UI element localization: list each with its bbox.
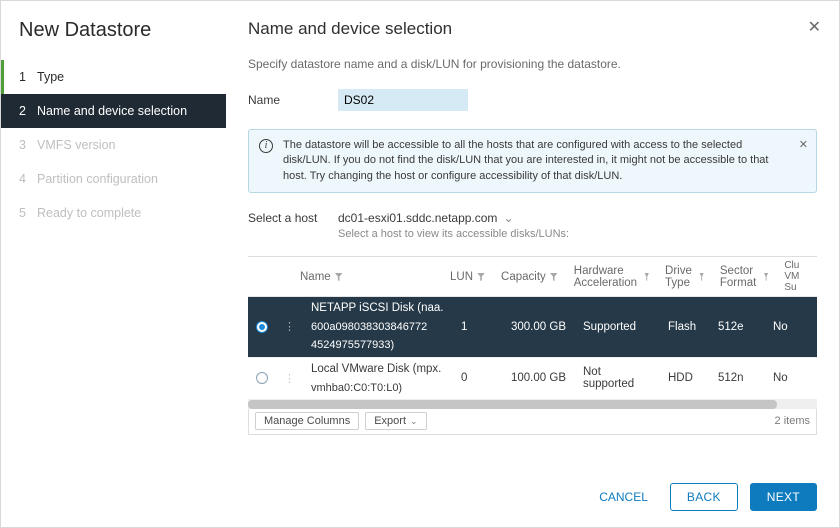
- filter-icon[interactable]: [335, 273, 343, 281]
- step-partition-config[interactable]: 4 Partition configuration: [1, 162, 226, 196]
- cancel-button[interactable]: CANCEL: [589, 484, 658, 510]
- close-icon[interactable]: ✕: [808, 17, 821, 37]
- col-hw-accel[interactable]: Hardware Acceleration: [566, 261, 657, 293]
- col-cluster[interactable]: Clu VM Su: [776, 256, 807, 297]
- host-row: Select a host dc01-esxi01.sddc.netapp.co…: [248, 211, 817, 240]
- disk-lun: 0: [453, 368, 503, 388]
- row-radio[interactable]: [256, 372, 268, 384]
- disk-drive-type: Flash: [660, 317, 710, 337]
- alert-close-icon[interactable]: ✕: [799, 138, 808, 153]
- disk-name: Local VMware Disk (mpx. vmhba0:C0:T0:L0): [303, 358, 453, 399]
- drag-handle-icon[interactable]: ⋮: [284, 320, 295, 333]
- step-vmfs-version[interactable]: 3 VMFS version: [1, 128, 226, 162]
- chevron-down-icon: ⌄: [410, 416, 418, 427]
- disk-hw-accel: Not supported: [575, 362, 660, 394]
- export-button[interactable]: Export⌄: [365, 412, 426, 430]
- table-row[interactable]: ⋮ NETAPP iSCSI Disk (naa. 600a0980383038…: [248, 297, 817, 358]
- next-button[interactable]: NEXT: [750, 483, 817, 511]
- page-subtitle: Specify datastore name and a disk/LUN fo…: [248, 57, 817, 71]
- row-radio[interactable]: [256, 321, 268, 333]
- disk-name: NETAPP iSCSI Disk (naa. 600a098038303846…: [303, 297, 453, 357]
- filter-icon[interactable]: [764, 273, 768, 281]
- drag-handle-icon[interactable]: ⋮: [284, 372, 295, 385]
- wizard-sidebar: New Datastore 1 Type 2 Name and device s…: [1, 1, 226, 527]
- wizard-steps: 1 Type 2 Name and device selection 3 VMF…: [1, 60, 226, 230]
- disk-drive-type: HDD: [660, 368, 710, 388]
- col-drive-type[interactable]: Drive Type: [657, 261, 712, 293]
- disk-sector-format: 512n: [710, 368, 765, 388]
- filter-icon[interactable]: [550, 273, 558, 281]
- col-name[interactable]: Name: [292, 267, 442, 287]
- host-value: dc01-esxi01.sddc.netapp.com: [338, 211, 497, 225]
- table-footer: Manage Columns Export⌄ 2 items: [248, 409, 817, 435]
- items-count: 2 items: [775, 415, 810, 427]
- back-button[interactable]: BACK: [670, 483, 738, 511]
- wizard-footer: CANCEL BACK NEXT: [589, 483, 817, 511]
- col-sector-format[interactable]: Sector Format: [712, 261, 776, 293]
- step-ready-complete[interactable]: 5 Ready to complete: [1, 196, 226, 230]
- filter-icon[interactable]: [699, 273, 703, 281]
- host-select[interactable]: dc01-esxi01.sddc.netapp.com ⌄: [338, 211, 514, 225]
- col-capacity[interactable]: Capacity: [493, 267, 566, 287]
- disk-lun: 1: [453, 317, 503, 337]
- host-label: Select a host: [248, 211, 338, 225]
- host-help-text: Select a host to view its accessible dis…: [338, 228, 569, 240]
- filter-icon[interactable]: [644, 273, 649, 281]
- page-title: Name and device selection: [248, 19, 817, 39]
- alert-text: The datastore will be accessible to all …: [283, 139, 768, 182]
- disk-cluster: No: [765, 317, 796, 338]
- step-name-device[interactable]: 2 Name and device selection: [1, 94, 226, 128]
- wizard-main: ✕ Name and device selection Specify data…: [226, 1, 839, 527]
- wizard-title: New Datastore: [1, 19, 226, 60]
- step-type[interactable]: 1 Type: [1, 60, 226, 94]
- disk-capacity: 300.00 GB: [503, 317, 575, 337]
- info-alert: i The datastore will be accessible to al…: [248, 129, 817, 193]
- new-datastore-wizard: New Datastore 1 Type 2 Name and device s…: [0, 0, 840, 528]
- disk-cluster: No: [765, 368, 796, 389]
- horizontal-scrollbar[interactable]: [248, 400, 817, 409]
- chevron-down-icon: ⌄: [503, 211, 513, 225]
- name-row: Name: [248, 89, 817, 111]
- col-lun[interactable]: LUN: [442, 267, 493, 287]
- info-icon: i: [259, 139, 273, 153]
- disk-table: Name LUN Capacity Hardware Acceleration …: [248, 256, 817, 435]
- name-label: Name: [248, 93, 338, 107]
- datastore-name-input[interactable]: [338, 89, 468, 111]
- filter-icon[interactable]: [477, 273, 485, 281]
- manage-columns-button[interactable]: Manage Columns: [255, 412, 359, 430]
- scrollbar-thumb[interactable]: [248, 400, 777, 409]
- table-row[interactable]: ⋮ Local VMware Disk (mpx. vmhba0:C0:T0:L…: [248, 358, 817, 400]
- disk-hw-accel: Supported: [575, 317, 660, 337]
- table-header: Name LUN Capacity Hardware Acceleration …: [248, 257, 817, 297]
- disk-capacity: 100.00 GB: [503, 368, 575, 388]
- disk-sector-format: 512e: [710, 317, 765, 337]
